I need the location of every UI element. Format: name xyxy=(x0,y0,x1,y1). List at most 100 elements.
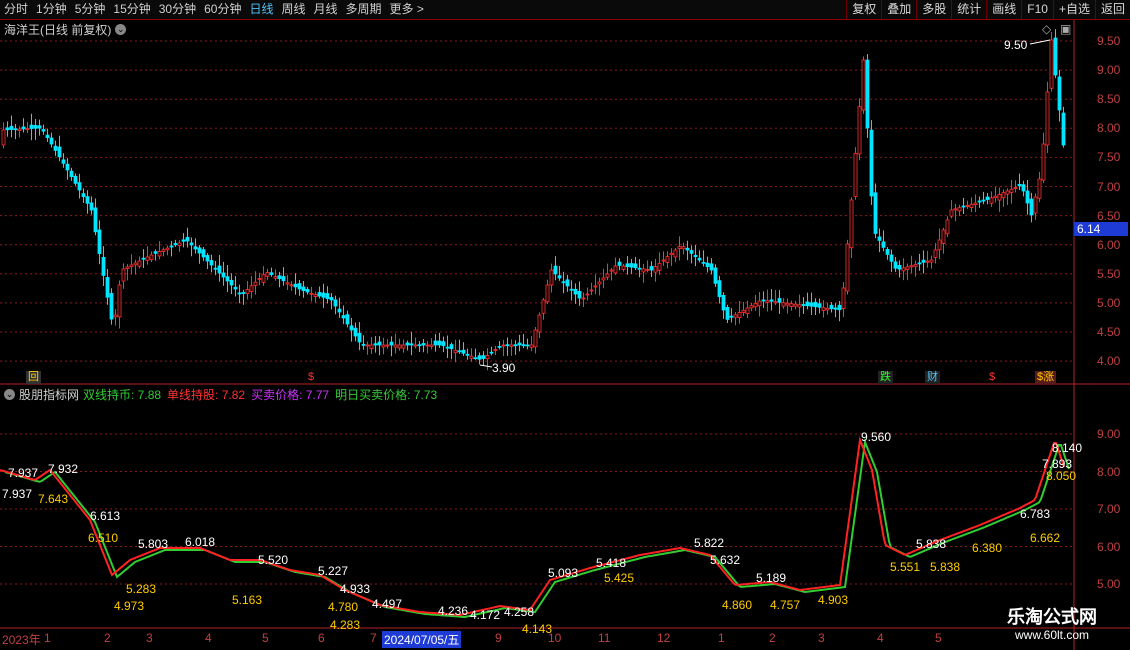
x-axis-label: 2023年 xyxy=(2,633,41,647)
candle-body xyxy=(981,199,986,202)
candle-body xyxy=(525,344,530,347)
candle-body xyxy=(33,125,38,129)
candle-body xyxy=(665,256,670,263)
candle-body xyxy=(17,128,22,131)
candle-body xyxy=(817,303,822,308)
panel-toggle-icon[interactable]: ▣ xyxy=(1060,22,1071,36)
candle-body xyxy=(1033,196,1038,214)
candle-body xyxy=(1009,188,1014,193)
candle-body xyxy=(1001,192,1006,199)
indicator-price-label: 5.520 xyxy=(258,553,289,567)
candle-body xyxy=(821,307,826,311)
low-price-label: 3.90 xyxy=(492,361,516,375)
candle-body xyxy=(185,236,190,242)
candle-body xyxy=(585,293,590,296)
candle-body xyxy=(361,343,366,346)
candle-body xyxy=(301,286,306,292)
event-marker[interactable]: 跌 xyxy=(878,371,893,384)
candle-body xyxy=(405,342,410,346)
candle-body xyxy=(477,355,482,360)
candle-body xyxy=(921,259,926,263)
candle-body xyxy=(145,256,150,261)
candle-body xyxy=(757,300,762,307)
candle-body xyxy=(389,341,394,346)
candle-body xyxy=(49,137,54,145)
candle-body xyxy=(85,196,90,204)
candle-body xyxy=(1025,190,1030,204)
candle-body xyxy=(625,263,630,267)
x-axis-label: 9 xyxy=(495,631,502,645)
x-axis-label: 4 xyxy=(205,631,212,645)
candle-body xyxy=(581,297,586,300)
candle-body xyxy=(749,305,754,309)
candle-body xyxy=(129,264,134,268)
candle-body xyxy=(1005,190,1010,195)
candle-body xyxy=(709,263,714,271)
peak-label: 9.560 xyxy=(861,430,892,444)
candle-body xyxy=(697,257,702,261)
x-axis-label: 2 xyxy=(104,631,111,645)
candle-body xyxy=(329,297,334,301)
candle-body xyxy=(1041,143,1046,181)
x-axis-label: 6 xyxy=(318,631,325,645)
price-tick: 4.50 xyxy=(1097,325,1121,339)
chevron-down-icon[interactable]: ⌄ xyxy=(115,24,127,35)
candle-body xyxy=(693,254,698,258)
candle-body xyxy=(1037,178,1042,199)
candle-body xyxy=(1057,76,1062,111)
candle-body xyxy=(505,344,510,347)
candle-body xyxy=(53,145,58,151)
indicator-readouts: 双线持币: 7.88 单线持股: 7.82 买卖价格: 7.77 明日买卖价格: 7.… xyxy=(83,386,443,403)
indicator-price-label: 4.258 xyxy=(504,605,535,619)
candle-body xyxy=(1,129,6,146)
candle-body xyxy=(237,292,242,295)
candle-body xyxy=(41,129,46,132)
chevron-down-icon[interactable]: ⌄ xyxy=(4,389,15,400)
candle-body xyxy=(1021,184,1026,192)
indicator-price-label: 7.937 xyxy=(2,487,33,501)
candle-body xyxy=(621,265,626,270)
candle-body xyxy=(293,283,298,288)
candle-body xyxy=(853,152,858,197)
indicator-price-label: 6.783 xyxy=(1020,507,1051,521)
candle-body xyxy=(613,265,618,274)
candle-body xyxy=(21,126,26,130)
candle-body xyxy=(833,307,838,310)
candle-body xyxy=(881,241,886,248)
candle-body xyxy=(577,290,582,299)
event-marker[interactable]: $涨 xyxy=(1035,371,1057,384)
candle-body xyxy=(345,314,350,325)
candle-body xyxy=(73,175,78,184)
candle-body xyxy=(377,341,382,346)
event-marker[interactable]: $ xyxy=(987,371,997,384)
candle-body xyxy=(869,129,874,197)
candle-body xyxy=(901,267,906,272)
candle-body xyxy=(397,344,402,349)
candle-body xyxy=(641,268,646,273)
candle-body xyxy=(285,282,290,285)
candle-body xyxy=(705,262,710,268)
event-marker[interactable]: $ xyxy=(306,371,316,384)
indicator-price-label: 8.050 xyxy=(1046,469,1077,483)
price-tick: 7.50 xyxy=(1097,150,1121,165)
kline-chart[interactable] xyxy=(0,0,1130,650)
x-axis-label: 1 xyxy=(718,631,725,645)
candle-body xyxy=(977,200,982,203)
candle-body xyxy=(437,340,442,346)
indicator-price-label: 6.613 xyxy=(90,509,121,523)
indicator-price-label: 6.380 xyxy=(972,541,1003,555)
event-marker[interactable]: 财 xyxy=(925,371,940,384)
candle-body xyxy=(909,265,914,268)
indicator-price-label: 5.838 xyxy=(916,537,947,551)
diamond-icon[interactable]: ◇ xyxy=(1042,22,1051,36)
candle-body xyxy=(277,275,282,280)
candle-body xyxy=(533,329,538,348)
candle-body xyxy=(141,257,146,260)
indicator-price-label: 5.838 xyxy=(930,560,961,574)
event-marker[interactable]: 回 xyxy=(26,371,41,384)
candle-body xyxy=(413,344,418,347)
indicator-price-label: 5.163 xyxy=(232,593,263,607)
candle-body xyxy=(561,281,566,284)
candle-body xyxy=(689,250,694,254)
indicator-price-label: 4.757 xyxy=(770,598,801,612)
